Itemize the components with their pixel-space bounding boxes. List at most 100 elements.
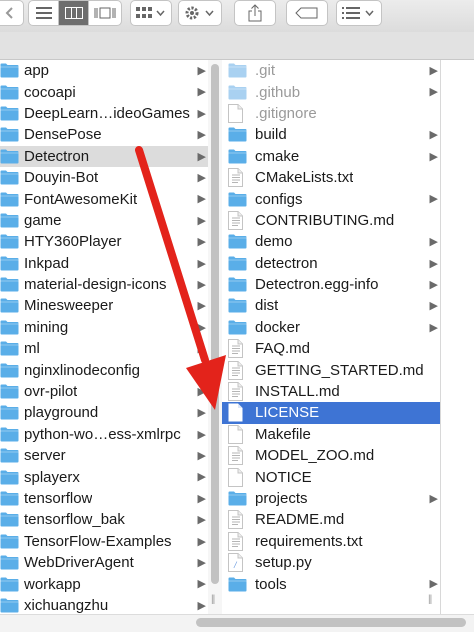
right-column-item[interactable]: CMakeLists.txt (222, 167, 440, 188)
left-column-item[interactable]: FontAwesomeKit ▶ (0, 188, 208, 209)
left-column-item[interactable]: HTY360Player ▶ (0, 231, 208, 252)
folder-icon (0, 191, 19, 207)
left-column-item[interactable]: app ▶ (0, 60, 208, 81)
text-file-icon (228, 510, 247, 530)
item-label: Douyin-Bot (24, 169, 99, 187)
right-column-item[interactable]: INSTALL.md (222, 381, 440, 402)
disclosure-chevron-icon: ▶ (197, 257, 206, 270)
left-column-item[interactable]: ovr-pilot ▶ (0, 381, 208, 402)
column-resize-grip[interactable]: || (211, 594, 215, 605)
python-file-icon: / (228, 553, 247, 573)
left-column-item[interactable]: ml ▶ (0, 338, 208, 359)
column-resize-grip-right[interactable]: || (428, 594, 432, 605)
left-column-item[interactable]: splayerx ▶ (0, 466, 208, 487)
right-column-item[interactable]: detectron ▶ (222, 253, 440, 274)
gallery-view-button[interactable] (89, 1, 121, 25)
item-label: DeepLearn…ideoGames (24, 104, 190, 122)
left-column-item[interactable]: cocoapi ▶ (0, 81, 208, 102)
left-column-item[interactable]: python-wo…ess-xmlrpc ▶ (0, 424, 208, 445)
left-column-scrollbar[interactable]: || (208, 60, 222, 614)
tag-button[interactable] (286, 0, 328, 26)
left-column-item[interactable]: WebDriverAgent ▶ (0, 552, 208, 573)
item-label: Inkpad (24, 254, 70, 272)
right-column-item[interactable]: MODEL_ZOO.md (222, 445, 440, 466)
item-label: splayerx (24, 468, 80, 486)
right-column-item[interactable]: dist ▶ (222, 295, 440, 316)
folder-icon (228, 576, 247, 592)
folder-icon (0, 255, 19, 271)
action-gear-icon (185, 6, 214, 20)
right-column-item[interactable]: .gitignore (222, 103, 440, 124)
disclosure-chevron-icon: ▶ (197, 86, 206, 99)
right-column-item[interactable]: cmake ▶ (222, 146, 440, 167)
right-column-item[interactable]: Makefile (222, 424, 440, 445)
right-column-item[interactable]: build ▶ (222, 124, 440, 145)
right-column-item[interactable]: CONTRIBUTING.md (222, 210, 440, 231)
left-column-item[interactable]: Douyin-Bot ▶ (0, 167, 208, 188)
left-column-item[interactable]: playground ▶ (0, 402, 208, 423)
column-view-button[interactable] (59, 1, 89, 25)
right-column-item[interactable]: / setup.py (222, 552, 440, 573)
right-column-item[interactable]: tools ▶ (222, 573, 440, 594)
left-column-item[interactable]: Minesweeper ▶ (0, 295, 208, 316)
folder-icon (0, 512, 19, 528)
arrange-button[interactable] (130, 0, 172, 26)
left-column-item[interactable]: server ▶ (0, 445, 208, 466)
folder-icon (0, 319, 19, 335)
back-forward-button[interactable] (0, 0, 24, 26)
left-column-item[interactable]: nginxlinodeconfig ▶ (0, 359, 208, 380)
left-column-item[interactable]: Inkpad ▶ (0, 253, 208, 274)
item-label: .git (255, 62, 276, 80)
left-scroll-thumb[interactable] (211, 64, 219, 584)
item-label: requirements.txt (255, 532, 363, 550)
horizontal-scrollbar[interactable] (0, 614, 474, 632)
folder-icon (0, 533, 19, 549)
folder-icon (0, 405, 19, 421)
folder-icon (0, 576, 19, 592)
item-label: GETTING_STARTED.md (255, 361, 424, 379)
disclosure-chevron-icon: ▶ (197, 300, 206, 313)
left-column-item[interactable]: TensorFlow-Examples ▶ (0, 531, 208, 552)
left-column-item[interactable]: xichuangzhu ▶ (0, 595, 208, 614)
left-column-item[interactable]: DeepLearn…ideoGames ▶ (0, 103, 208, 124)
right-column-item[interactable]: .github ▶ (222, 81, 440, 102)
right-column-item[interactable]: docker ▶ (222, 317, 440, 338)
share-button[interactable] (234, 0, 276, 26)
list-view-button[interactable] (29, 1, 59, 25)
item-label: TensorFlow-Examples (24, 532, 172, 550)
right-column-item[interactable]: FAQ.md (222, 338, 440, 359)
item-label: detectron (255, 254, 318, 272)
left-column-item[interactable]: Detectron ▶ (0, 145, 208, 167)
right-column-item[interactable]: LICENSE (222, 402, 440, 424)
right-column-item[interactable]: demo ▶ (222, 231, 440, 252)
item-label: Detectron.egg-info (255, 276, 379, 294)
left-column-item[interactable]: DensePose ▶ (0, 124, 208, 145)
right-column-item[interactable]: projects ▶ (222, 488, 440, 509)
right-column-item[interactable]: requirements.txt (222, 531, 440, 552)
left-column-item[interactable]: tensorflow_bak ▶ (0, 509, 208, 530)
folder-icon (0, 148, 19, 164)
right-column-item[interactable]: GETTING_STARTED.md (222, 359, 440, 380)
left-column-item[interactable]: game ▶ (0, 210, 208, 231)
action-button[interactable] (178, 0, 222, 26)
item-label: server (24, 447, 66, 465)
right-column-item[interactable]: configs ▶ (222, 188, 440, 209)
left-column-item[interactable]: tensorflow ▶ (0, 488, 208, 509)
item-label: app (24, 62, 50, 80)
item-label: docker (255, 318, 301, 336)
group-button[interactable] (336, 0, 382, 26)
item-label: CONTRIBUTING.md (255, 211, 395, 229)
right-column-item[interactable]: Detectron.egg-info ▶ (222, 274, 440, 295)
left-column-item[interactable]: material-design-icons ▶ (0, 274, 208, 295)
left-column-item[interactable]: mining ▶ (0, 317, 208, 338)
gallery-view-icon (94, 7, 116, 19)
right-column-item[interactable]: NOTICE (222, 466, 440, 487)
right-column-item[interactable]: .git ▶ (222, 60, 440, 81)
left-column-item[interactable]: workapp ▶ (0, 573, 208, 594)
horizontal-scroll-thumb[interactable] (196, 618, 466, 627)
item-label: game (24, 211, 62, 229)
folder-icon (0, 448, 19, 464)
folder-icon (0, 555, 19, 571)
item-label: FontAwesomeKit (24, 190, 138, 208)
right-column-item[interactable]: README.md (222, 509, 440, 530)
